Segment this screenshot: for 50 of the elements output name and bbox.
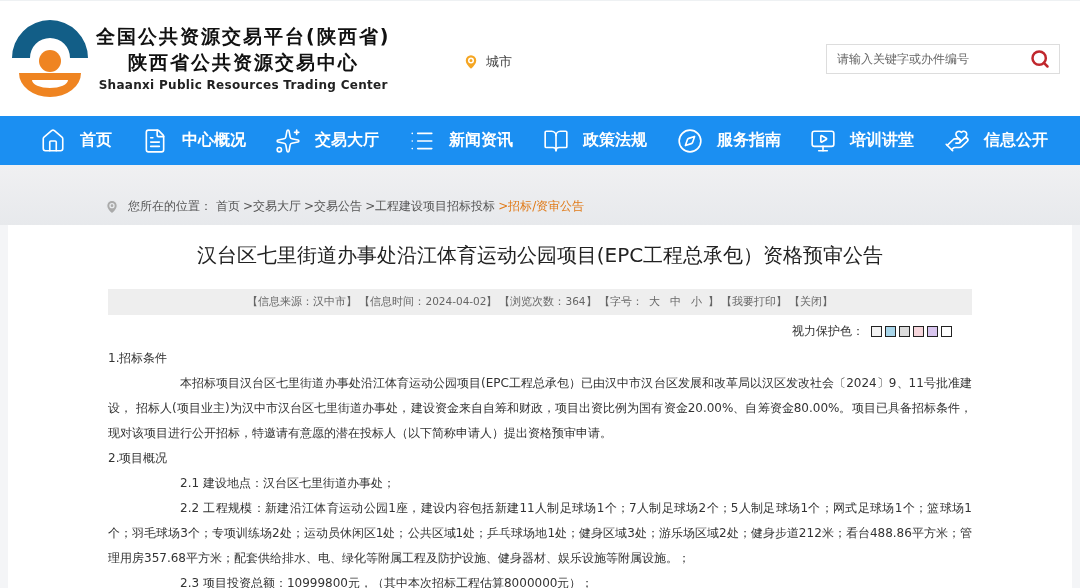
compass-icon bbox=[676, 127, 703, 154]
color-swatch[interactable] bbox=[927, 326, 938, 337]
body-paragraph: 2.1 建设地点：汉台区七里街道办事处； bbox=[179, 475, 396, 492]
search-field[interactable]: 请输入关键字或办件编号 bbox=[826, 43, 1060, 74]
eye-care-label: 视力保护色： bbox=[792, 323, 864, 340]
color-swatch[interactable] bbox=[885, 326, 896, 337]
play-icon bbox=[810, 127, 837, 154]
nav-item[interactable]: 服务指南 bbox=[676, 127, 781, 154]
color-swatch[interactable] bbox=[941, 326, 952, 337]
bracket-text: 】 bbox=[707, 295, 719, 309]
sparkle-icon bbox=[275, 127, 302, 154]
nav-item[interactable]: 信息公开 bbox=[943, 127, 1048, 154]
body-paragraph: 2.2 工程规模：新建沿江体育运动公园1座，建设内容包括新建11人制足球场1个；7人制足球场2个；5人制足球场1个；网式足球场1个；篮球场1个；羽毛球场3个；专项训练场2处；运动员休闲区1处；公共区域1处；乒乓球场地1处；健身区域3处；游乐场区域2处；健身步道212米；看台488.86平方米；管理用房357.68平方米；配套供给排水、电、绿化等附属工程及防护设施、健身器材、娱乐设施等附属设施。； bbox=[108, 500, 972, 567]
location-pin-icon bbox=[104, 199, 120, 215]
breadcrumb-link[interactable]: >工程建设项目招标投标 bbox=[365, 199, 496, 213]
site-title: 全国公共资源交易平台(陕西省) bbox=[96, 23, 391, 49]
nav-item[interactable]: 交易大厅 bbox=[275, 127, 380, 154]
color-swatch[interactable] bbox=[871, 326, 882, 337]
article-title: 汉台区七里街道办事处沿江体育运动公园项目(EPC工程总承包）资格预审公告 bbox=[195, 242, 885, 269]
color-swatch[interactable] bbox=[913, 326, 924, 337]
font-size-link[interactable]: 中 bbox=[669, 295, 681, 309]
body-paragraph: 本招标项目汉台区七里街道办事处沿江体育运动公园项目(EPC工程总承包）已由汉中市汉台区发展和改革局以汉区发改社会〔2024〕9、11号批准建设， 招标人(项目业主)为汉中市汉台区七里街道办事处，建设资金来自自筹和财政，项目出资比例为国有资金20.00%、自筹资金80.00%。项目已具备招标条件，现对该项目进行公开招标，特邀请有意愿的潜在投标人（以下简称申请人）提出资格预审申请。 bbox=[108, 375, 972, 442]
home-icon bbox=[40, 127, 66, 154]
breadcrumb-link[interactable]: >交易大厅 bbox=[243, 199, 302, 213]
color-swatch[interactable] bbox=[899, 326, 910, 337]
section-heading: 1.招标条件 bbox=[108, 350, 169, 367]
info-text: 【信息时间：2024-04-02】 bbox=[359, 295, 498, 309]
logo-icon bbox=[10, 19, 90, 98]
info-link[interactable]: 【我要打印】 bbox=[720, 295, 787, 309]
font-size-label: 【字号： bbox=[598, 295, 643, 309]
nav-item[interactable]: 培训讲堂 bbox=[810, 127, 915, 154]
site-subtitle: 陕西省公共资源交易中心 bbox=[127, 49, 359, 75]
breadcrumb-link[interactable]: 首页 bbox=[216, 199, 240, 213]
info-link[interactable]: 【关闭】 bbox=[788, 295, 833, 309]
nav-item[interactable]: 中心概况 bbox=[141, 127, 246, 154]
site-english-title: Shaanxi Public Resources Trading Center bbox=[98, 76, 388, 94]
city-selector[interactable]: 城市 bbox=[486, 52, 513, 71]
nav-item[interactable]: 政策法规 bbox=[542, 127, 647, 154]
info-text: 【信息来源：汉中市】 bbox=[247, 295, 358, 309]
font-size-link[interactable]: 大 bbox=[648, 295, 660, 309]
book-icon bbox=[542, 127, 569, 154]
search-icon[interactable] bbox=[1030, 48, 1050, 69]
breadcrumb-label: 您所在的位置： bbox=[128, 199, 212, 213]
info-text: 【浏览次数：364】 bbox=[499, 295, 597, 309]
section-heading: 2.项目概况 bbox=[108, 450, 169, 467]
hand-icon bbox=[943, 127, 970, 154]
breadcrumb-link[interactable]: >交易公告 bbox=[304, 199, 363, 213]
font-size-link[interactable]: 小 bbox=[690, 295, 702, 309]
nav-item[interactable]: 首页 bbox=[40, 127, 112, 154]
nav-item[interactable]: 新闻资讯 bbox=[409, 127, 514, 154]
